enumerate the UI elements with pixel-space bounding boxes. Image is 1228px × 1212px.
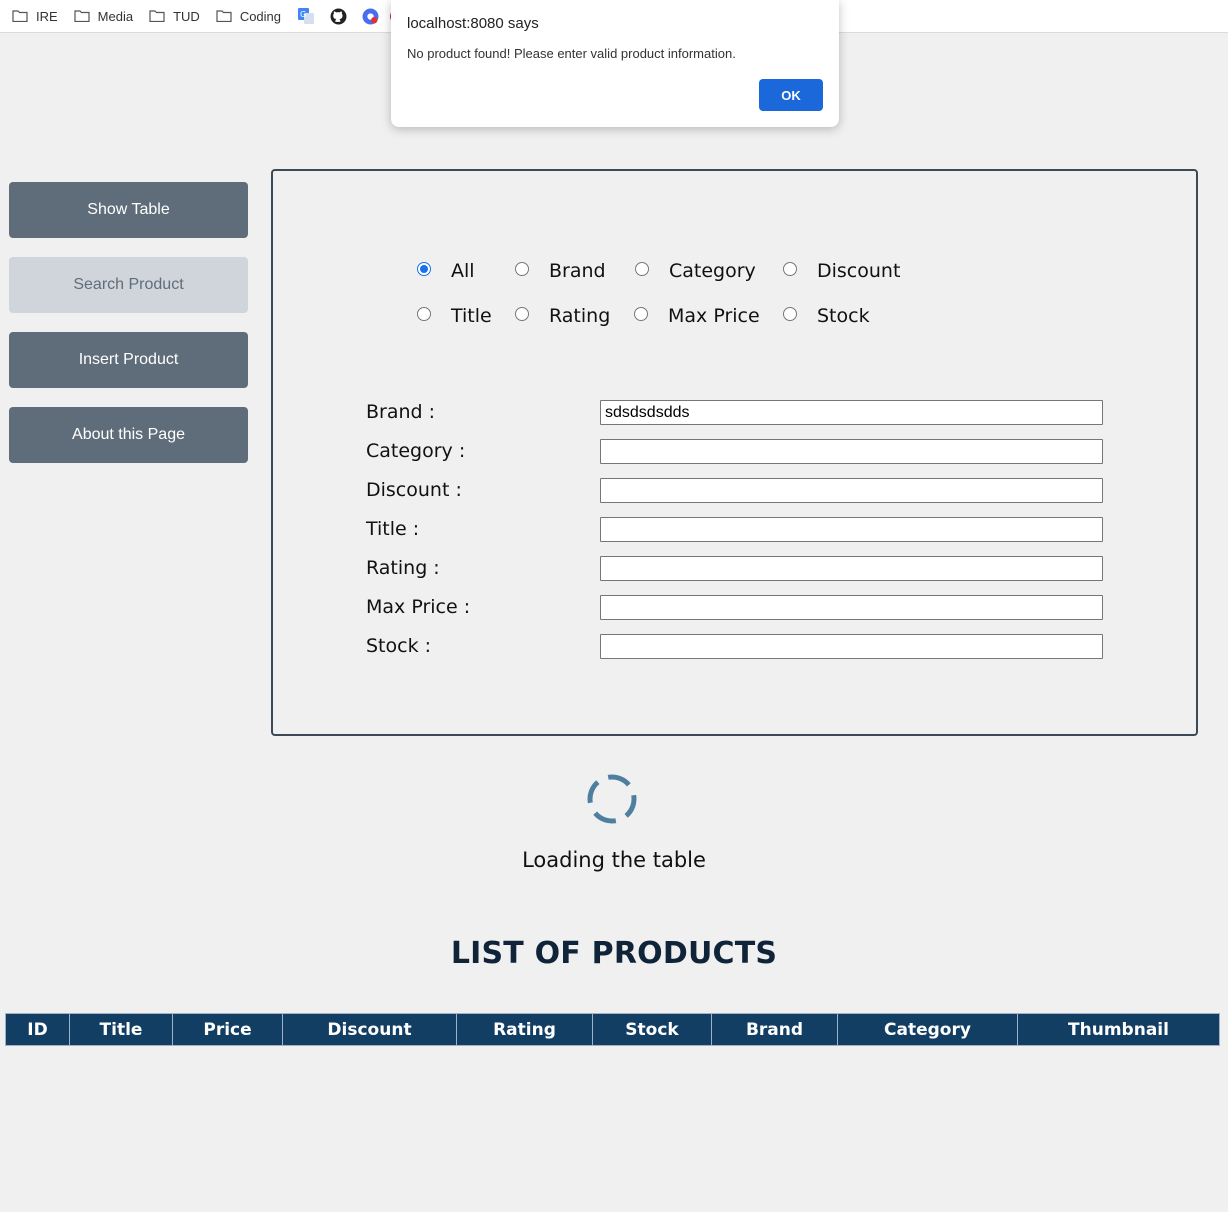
radio-button[interactable] — [515, 307, 529, 321]
discount-input[interactable] — [600, 478, 1103, 503]
radio-button-checked[interactable] — [417, 262, 431, 276]
column-header-price[interactable]: Price — [172, 1013, 283, 1046]
rating-label: Rating : — [366, 557, 440, 579]
bookmark-label: IRE — [36, 8, 58, 24]
column-header-rating[interactable]: Rating — [456, 1013, 593, 1046]
google-translate-icon[interactable]: G — [297, 7, 315, 25]
radio-max-price[interactable]: Max Price — [634, 305, 760, 327]
stock-label: Stock : — [366, 635, 432, 657]
products-heading: LIST OF PRODUCTS — [450, 936, 778, 971]
github-icon[interactable] — [329, 7, 347, 25]
folder-icon — [74, 10, 90, 22]
stock-row: Stock : — [366, 634, 1106, 661]
loading-spinner-icon — [587, 774, 637, 824]
bookmark-folder-coding[interactable]: Coding — [216, 9, 281, 24]
svg-text:G: G — [300, 10, 306, 19]
title-label: Title : — [366, 518, 420, 540]
column-header-brand[interactable]: Brand — [711, 1013, 838, 1046]
radio-button[interactable] — [635, 262, 649, 276]
category-input[interactable] — [600, 439, 1103, 464]
radio-category[interactable]: Category — [635, 260, 756, 282]
radio-brand[interactable]: Brand — [515, 260, 606, 282]
insert-product-button[interactable]: Insert Product — [9, 332, 248, 388]
brand-input[interactable] — [600, 400, 1103, 425]
bookmark-label: TUD — [173, 8, 200, 24]
discount-label: Discount : — [366, 479, 462, 501]
bookmark-label: Coding — [239, 8, 282, 24]
radio-title[interactable]: Title — [417, 305, 492, 327]
max-price-input[interactable] — [600, 595, 1103, 620]
folder-icon — [12, 10, 28, 22]
dialog-title: localhost:8080 says — [407, 15, 539, 32]
radio-discount[interactable]: Discount — [783, 260, 900, 282]
ok-button[interactable]: OK — [759, 79, 823, 111]
max-price-label: Max Price : — [366, 596, 471, 618]
radio-button[interactable] — [783, 307, 797, 321]
rating-row: Rating : — [366, 556, 1106, 583]
brand-label: Brand : — [366, 401, 436, 423]
column-header-stock[interactable]: Stock — [592, 1013, 712, 1046]
radio-button[interactable] — [417, 307, 431, 321]
search-panel: All Brand Category Discount Title Rating… — [271, 169, 1198, 736]
stock-input[interactable] — [600, 634, 1103, 659]
radio-label: Rating — [549, 305, 611, 327]
category-label: Category : — [366, 440, 466, 462]
bookmark-folder-media[interactable]: Media — [74, 9, 133, 24]
radio-button[interactable] — [783, 262, 797, 276]
radio-label: Brand — [549, 260, 606, 282]
category-row: Category : — [366, 439, 1106, 466]
products-table: ID Title Price Discount Rating Stock Bra… — [5, 1013, 1220, 1046]
sidebar: Show Table Search Product Insert Product… — [9, 182, 248, 482]
search-product-button[interactable]: Search Product — [9, 257, 248, 313]
radio-label: Max Price — [668, 305, 760, 327]
radio-all[interactable]: All — [417, 260, 475, 282]
radio-stock[interactable]: Stock — [783, 305, 870, 327]
column-header-discount[interactable]: Discount — [282, 1013, 457, 1046]
folder-icon — [149, 10, 165, 22]
radio-label: Stock — [817, 305, 870, 327]
show-table-button[interactable]: Show Table — [9, 182, 248, 238]
brand-row: Brand : — [366, 400, 1106, 427]
radio-button[interactable] — [515, 262, 529, 276]
folder-icon — [216, 10, 232, 22]
column-header-category[interactable]: Category — [837, 1013, 1018, 1046]
radio-rating[interactable]: Rating — [515, 305, 610, 327]
discount-row: Discount : — [366, 478, 1106, 505]
column-header-title[interactable]: Title — [69, 1013, 173, 1046]
column-header-id[interactable]: ID — [5, 1013, 70, 1046]
bookmark-folder-tud[interactable]: TUD — [149, 9, 200, 24]
radio-label: Title — [451, 305, 492, 327]
title-row: Title : — [366, 517, 1106, 544]
chrome-extension-icon[interactable] — [361, 7, 379, 25]
bookmark-label: Media — [97, 8, 134, 24]
dialog-message: No product found! Please enter valid pro… — [407, 46, 736, 61]
alert-dialog: localhost:8080 says No product found! Pl… — [391, 0, 839, 127]
loading-text: Loading the table — [522, 848, 706, 872]
max-price-row: Max Price : — [366, 595, 1106, 622]
bookmark-folder-ire[interactable]: IRE — [12, 9, 58, 24]
about-page-button[interactable]: About this Page — [9, 407, 248, 463]
radio-label: All — [451, 260, 475, 282]
table-header-row: ID Title Price Discount Rating Stock Bra… — [5, 1013, 1220, 1046]
radio-label: Category — [669, 260, 756, 282]
radio-button[interactable] — [634, 307, 648, 321]
rating-input[interactable] — [600, 556, 1103, 581]
title-input[interactable] — [600, 517, 1103, 542]
radio-label: Discount — [817, 260, 901, 282]
column-header-thumbnail[interactable]: Thumbnail — [1017, 1013, 1220, 1046]
